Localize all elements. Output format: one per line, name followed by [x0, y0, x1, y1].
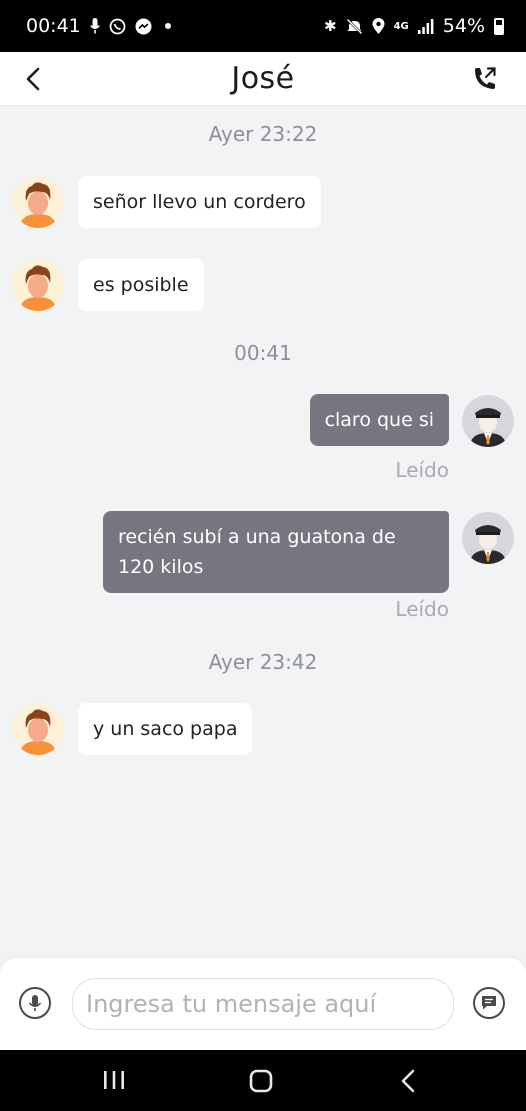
- battery-icon: [494, 17, 504, 35]
- system-nav-bar: [0, 1050, 526, 1111]
- driver-avatar: [462, 512, 514, 564]
- outgoing-message: recién subí a una guatona de 120 kilos: [103, 511, 449, 593]
- messenger-icon: [135, 18, 152, 34]
- driver-avatar: [462, 395, 514, 447]
- incoming-message: y un saco papa: [78, 703, 253, 755]
- chat-header: José: [0, 52, 526, 106]
- whatsapp-icon: [109, 18, 126, 34]
- quick-reply-icon[interactable]: [473, 987, 505, 1019]
- mute-icon: [346, 18, 362, 34]
- incoming-message: señor llevo un cordero: [78, 176, 321, 228]
- incoming-message: es posible: [78, 259, 204, 311]
- contact-name: José: [231, 61, 295, 96]
- passenger-avatar: [12, 703, 64, 755]
- home-icon[interactable]: [249, 1069, 273, 1093]
- battery-percent: 54%: [442, 15, 485, 37]
- microphone-status-icon: [89, 18, 100, 34]
- status-bar: 00:41 ✱ 4G 54%: [0, 0, 526, 52]
- chat-thread[interactable]: Ayer 23:22 señor llevo un cordero es pos…: [0, 106, 526, 958]
- status-time: 00:41: [26, 15, 81, 37]
- read-receipt: Leído: [395, 597, 449, 621]
- date-separator: Ayer 23:22: [208, 122, 318, 146]
- chevron-left-icon[interactable]: [22, 64, 46, 94]
- date-separator: Ayer 23:42: [208, 650, 318, 674]
- passenger-avatar: [12, 176, 64, 228]
- microphone-icon[interactable]: [19, 987, 51, 1019]
- location-icon: [372, 17, 385, 34]
- phone-outgoing-icon[interactable]: [472, 65, 498, 93]
- signal-icon: [417, 18, 434, 34]
- bluetooth-icon: ✱: [324, 16, 337, 35]
- message-input[interactable]: [72, 978, 454, 1030]
- passenger-avatar: [12, 259, 64, 311]
- notification-dot-icon: [164, 23, 171, 29]
- recent-apps-icon[interactable]: [103, 1070, 125, 1090]
- read-receipt: Leído: [395, 458, 449, 482]
- back-nav-icon[interactable]: [400, 1069, 416, 1093]
- outgoing-message: claro que si: [309, 394, 449, 446]
- message-composer: [0, 958, 526, 1050]
- time-separator: 00:41: [234, 341, 292, 365]
- network-type: 4G: [393, 20, 409, 32]
